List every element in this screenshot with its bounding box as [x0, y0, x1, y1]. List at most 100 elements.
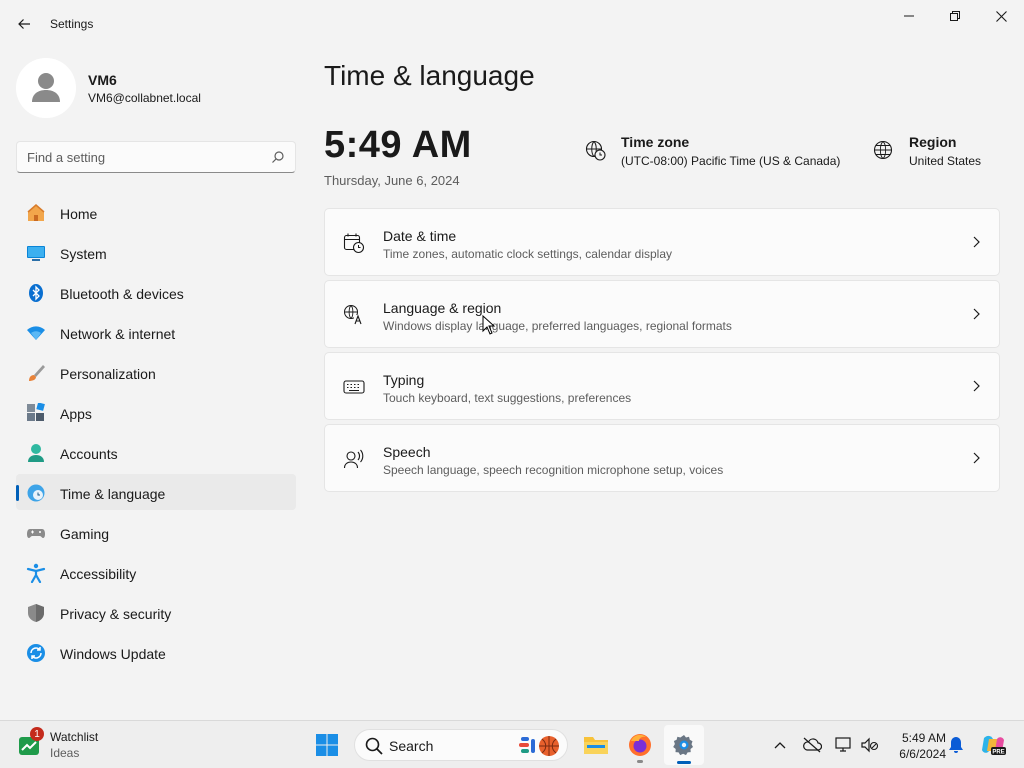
sidebar-item-apps[interactable]: Apps: [16, 394, 296, 430]
sidebar-nav: Home System Bluetooth & devices Network …: [16, 194, 296, 674]
sidebar-item-privacy-security[interactable]: Privacy & security: [16, 594, 296, 630]
find-setting-search[interactable]: [16, 141, 296, 173]
close-button[interactable]: [978, 0, 1024, 32]
current-time: 5:49 AM: [324, 124, 472, 166]
user-profile[interactable]: VM6 VM6@collabnet.local: [16, 58, 296, 120]
card-subtitle: Windows display language, preferred lang…: [383, 319, 732, 333]
sidebar-item-accessibility[interactable]: Accessibility: [16, 554, 296, 590]
sidebar-item-label: Home: [60, 206, 98, 222]
card-date-time[interactable]: Date & time Time zones, automatic clock …: [324, 208, 1000, 276]
restore-button[interactable]: [932, 0, 978, 32]
firefox-icon: [629, 734, 651, 756]
chevron-up-icon: [774, 742, 786, 749]
card-subtitle: Time zones, automatic clock settings, ca…: [383, 247, 673, 261]
onedrive-status[interactable]: [802, 735, 822, 755]
search-highlight-icon: [519, 736, 559, 756]
back-button[interactable]: [8, 8, 40, 40]
close-icon: [995, 10, 1007, 22]
sidebar-item-gaming[interactable]: Gaming: [16, 514, 296, 550]
shield-icon: [26, 603, 46, 623]
region-label: Region: [909, 134, 957, 150]
taskbar-firefox[interactable]: [620, 725, 660, 765]
sidebar-item-windows-update[interactable]: Windows Update: [16, 634, 296, 670]
search-input[interactable]: [17, 142, 267, 172]
sidebar-item-label: Accessibility: [60, 566, 137, 582]
keyboard-icon: [343, 376, 365, 398]
bell-icon: [949, 737, 963, 753]
notification-badge: 1: [30, 727, 44, 741]
timezone-label: Time zone: [621, 134, 690, 150]
current-date: Thursday, June 6, 2024: [324, 173, 460, 188]
windows-logo-icon: [316, 734, 338, 756]
home-icon: [26, 203, 46, 223]
title-bar: Settings: [0, 0, 1024, 48]
sidebar-item-home[interactable]: Home: [16, 194, 296, 230]
sidebar-item-label: Accounts: [60, 446, 118, 462]
speech-icon: [343, 448, 365, 470]
globe-clock-icon: [585, 140, 606, 161]
globe-icon: [873, 140, 893, 160]
taskbar-clock[interactable]: 5:49 AM 6/6/2024: [884, 730, 946, 762]
taskbar-settings[interactable]: [664, 725, 704, 765]
cloud-offline-icon: [803, 737, 822, 753]
show-hidden-icons-button[interactable]: [770, 735, 790, 755]
app-title: Settings: [50, 17, 94, 31]
search-icon: [272, 151, 284, 163]
system-icon: [26, 243, 46, 263]
page-title: Time & language: [324, 60, 535, 91]
sidebar-item-system[interactable]: System: [16, 234, 296, 270]
widget-subtitle: Ideas: [50, 746, 80, 760]
profile-name: VM6: [88, 72, 117, 88]
widget-title: Watchlist: [50, 730, 99, 744]
monitor-network-icon: [835, 737, 851, 752]
sidebar-item-label: Time & language: [60, 486, 166, 502]
start-button[interactable]: [307, 725, 347, 765]
minimize-button[interactable]: [886, 0, 932, 32]
minimize-icon: [904, 15, 914, 17]
network-icon: [26, 323, 46, 343]
copilot-button[interactable]: PRE: [980, 735, 1006, 756]
taskbar-search[interactable]: Search: [354, 729, 568, 761]
copilot-icon: PRE: [982, 735, 1006, 756]
search-label: Search: [389, 738, 434, 754]
region-value: United States: [909, 154, 982, 168]
taskbar-date: 6/6/2024: [899, 747, 946, 761]
card-speech[interactable]: Speech Speech language, speech recogniti…: [324, 424, 1000, 492]
card-title: Typing: [383, 372, 425, 388]
notifications-button[interactable]: [946, 735, 966, 755]
chevron-right-icon: [973, 380, 980, 392]
sidebar-item-label: Windows Update: [60, 646, 166, 662]
chevron-right-icon: [973, 308, 980, 320]
calendar-clock-icon: [343, 232, 365, 254]
sidebar-item-label: Bluetooth & devices: [60, 286, 184, 302]
card-language-region[interactable]: Language & region Windows display langua…: [324, 280, 1000, 348]
avatar: [16, 58, 76, 118]
card-title: Language & region: [383, 300, 502, 316]
taskbar-file-explorer[interactable]: [576, 725, 616, 765]
sidebar-item-network[interactable]: Network & internet: [16, 314, 296, 350]
update-icon: [26, 643, 46, 663]
brush-icon: [26, 363, 46, 383]
card-typing[interactable]: Typing Touch keyboard, text suggestions,…: [324, 352, 1000, 420]
sidebar-item-label: Personalization: [60, 366, 156, 382]
sidebar-item-accounts[interactable]: Accounts: [16, 434, 296, 470]
sidebar-item-label: Gaming: [60, 526, 110, 542]
language-icon: [343, 304, 365, 326]
folder-icon: [584, 737, 608, 754]
sidebar-item-personalization[interactable]: Personalization: [16, 354, 296, 390]
taskbar-time: 5:49 AM: [901, 731, 946, 745]
card-subtitle: Touch keyboard, text suggestions, prefer…: [383, 391, 632, 405]
sidebar-item-label: Apps: [60, 406, 92, 422]
restore-icon: [950, 11, 960, 21]
search-icon: [365, 737, 383, 755]
back-arrow-icon: [18, 19, 30, 29]
volume-status[interactable]: [860, 735, 880, 755]
accessibility-icon: [26, 563, 46, 583]
apps-icon: [26, 403, 46, 423]
widgets-button[interactable]: 1 Watchlist Ideas: [18, 727, 128, 761]
gear-icon: [673, 735, 693, 756]
sidebar-item-time-language[interactable]: Time & language: [16, 474, 296, 510]
network-status[interactable]: [834, 735, 854, 755]
mouse-cursor-icon: [482, 315, 496, 335]
sidebar-item-bluetooth[interactable]: Bluetooth & devices: [16, 274, 296, 310]
